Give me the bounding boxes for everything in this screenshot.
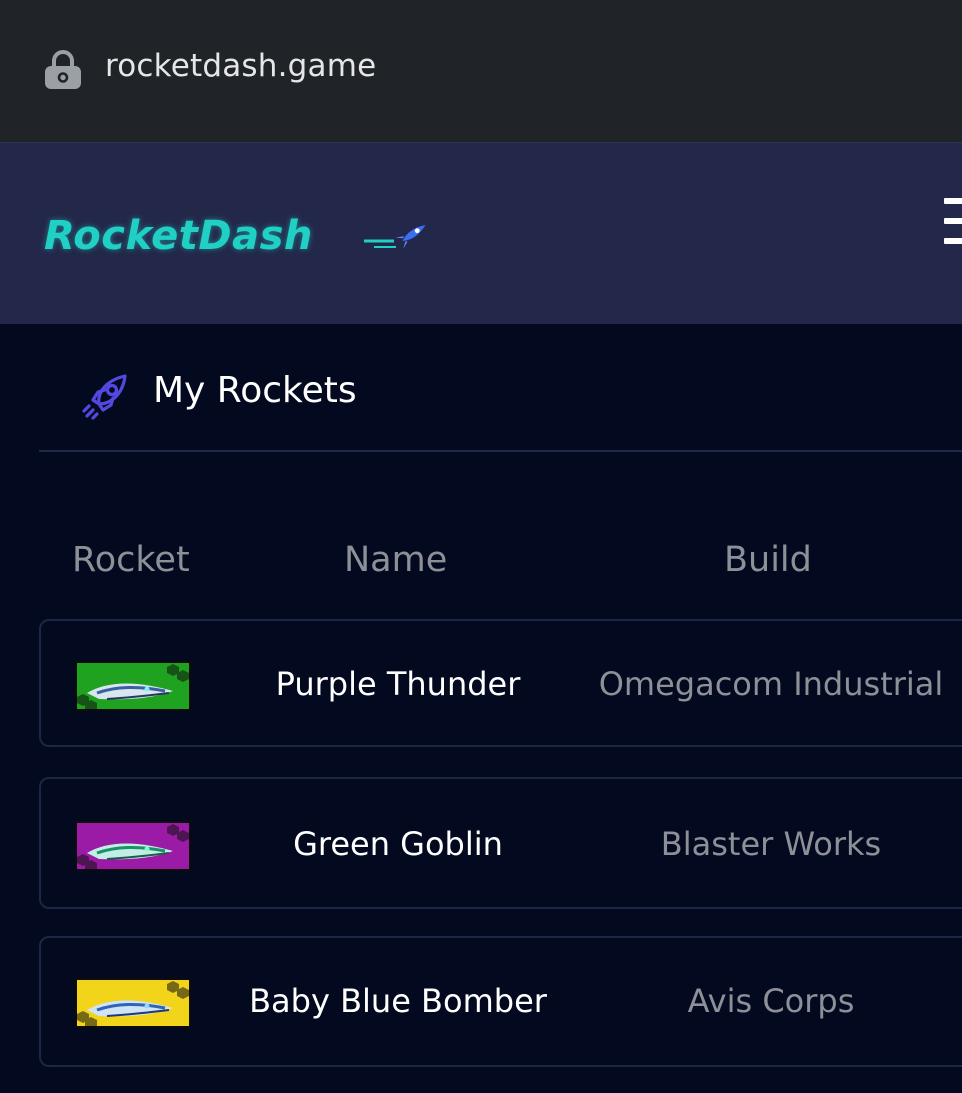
table-row[interactable]: Green Goblin Blaster Works [39,777,962,909]
table-row[interactable]: Baby Blue Bomber Avis Corps [39,936,962,1067]
rocket-icon [82,374,127,420]
site-header: RocketDash [0,142,962,325]
lock-icon [45,50,81,89]
column-header-name: Name [344,540,448,580]
section-header: My Rockets [39,324,962,452]
main-content: My Rockets Rocket Name Build Purple Thun… [0,324,962,1093]
rocket-build: Omegacom Industrial [598,665,944,703]
rocket-thumbnail [75,821,191,871]
rocket-build: Blaster Works [660,825,882,863]
logo-rocket-icon [364,224,426,250]
rocket-thumbnail [75,661,191,711]
column-header-build: Build [724,540,812,580]
rocket-name: Baby Blue Bomber [249,982,547,1020]
logo-text: RocketDash [44,213,313,259]
rocket-name: Green Goblin [293,825,503,863]
url-text[interactable]: rocketdash.game [105,48,376,84]
rocket-thumbnail [75,978,191,1028]
rocket-name: Purple Thunder [275,665,521,703]
column-header-rocket: Rocket [72,540,190,580]
rocket-build: Avis Corps [687,982,855,1020]
table-row[interactable]: Purple Thunder Omegacom Industrial [39,619,962,747]
page-title: My Rockets [153,370,357,411]
browser-url-bar[interactable]: rocketdash.game [0,0,962,142]
hamburger-menu-icon[interactable] [944,198,962,244]
site-logo[interactable]: RocketDash [44,211,434,271]
